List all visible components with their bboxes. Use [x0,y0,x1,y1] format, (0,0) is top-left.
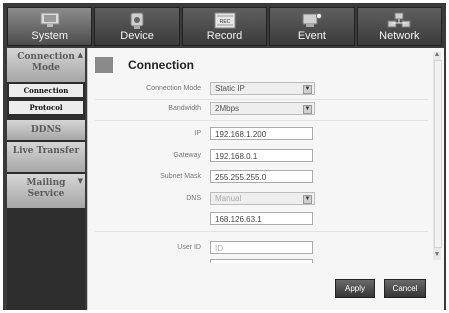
top-tab-bar: System Device REC Record Event Network [7,7,443,46]
user-id-label: User ID [177,244,201,251]
tab-event[interactable]: Event [269,7,355,46]
divider [95,99,428,100]
connection-mode-label: Connection Mode [146,85,201,92]
subnet-mask-label: Subnet Mask [160,173,201,180]
bandwidth-value: 2Mbps [215,104,240,113]
connection-mode-value: Static IP [215,84,245,93]
scrollbar-thumb[interactable] [434,60,442,248]
chevron-down-icon: ▼ [303,105,312,114]
menu-ddns[interactable]: DDNS [7,120,85,140]
tab-network[interactable]: Network [356,7,443,46]
menu-connection-mode[interactable]: Connection Mode ▲ [7,48,85,82]
ip-label: IP [194,130,201,137]
tab-device[interactable]: Device [94,7,180,46]
dns-select[interactable]: Manual ▼ [210,192,315,205]
left-menu: Connection Mode ▲ Connection Protocol DD… [7,48,85,310]
menu-sub-connection[interactable]: Connection [9,84,83,97]
ip-field[interactable]: 192.168.1.200 [210,127,313,140]
expand-icon: ▼ [77,176,83,185]
dns-server-field[interactable]: 168.126.63.1 [210,212,313,225]
network-icon [387,12,411,28]
divider [95,120,428,121]
subnet-mask-field[interactable]: 255.255.255.0 [210,170,313,183]
monitor-icon [40,12,60,27]
menu-sub-protocol[interactable]: Protocol [9,101,83,114]
connection-panel: Connection Connection Mode Static IP ▼ B… [87,48,444,310]
bandwidth-select[interactable]: 2Mbps ▼ [210,102,315,115]
tab-label: Network [379,30,420,42]
gateway-field[interactable]: 192.168.0.1 [210,149,313,162]
scroll-down-icon[interactable]: ▼ [433,251,441,258]
apply-button[interactable]: Apply [335,279,375,298]
dns-value: Manual [215,194,242,203]
event-icon [302,13,322,27]
panel-title: Connection [128,58,194,72]
menu-label: Connection Mode [17,52,75,73]
collapse-icon: ▲ [77,50,83,59]
tab-record[interactable]: REC Record [181,7,268,46]
menu-live-transfer[interactable]: Live Transfer [7,142,85,172]
user-id-field[interactable]: ID [210,241,313,254]
menu-mailing-service[interactable]: Mailing Service ▼ [7,174,85,208]
gateway-label: Gateway [173,152,201,159]
tab-label: Record [206,30,243,42]
next-field[interactable] [210,259,313,263]
bandwidth-label: Bandwidth [168,105,201,112]
record-icon: REC [214,12,236,29]
tab-label: System [31,30,69,42]
chevron-down-icon: ▼ [303,195,312,204]
tab-label: Device [120,30,154,42]
connection-icon [95,57,113,73]
divider [95,231,428,232]
camera-icon [130,12,144,29]
scroll-up-icon[interactable]: ▲ [433,51,441,58]
cancel-button[interactable]: Cancel [384,279,426,298]
connection-mode-select[interactable]: Static IP ▼ [210,82,315,95]
dns-label: DNS [186,195,201,202]
menu-label: Mailing Service [26,178,66,199]
tab-label: Event [297,30,326,42]
chevron-down-icon: ▼ [303,85,312,94]
tab-system[interactable]: System [7,7,93,46]
svg-text:REC: REC [219,19,230,25]
